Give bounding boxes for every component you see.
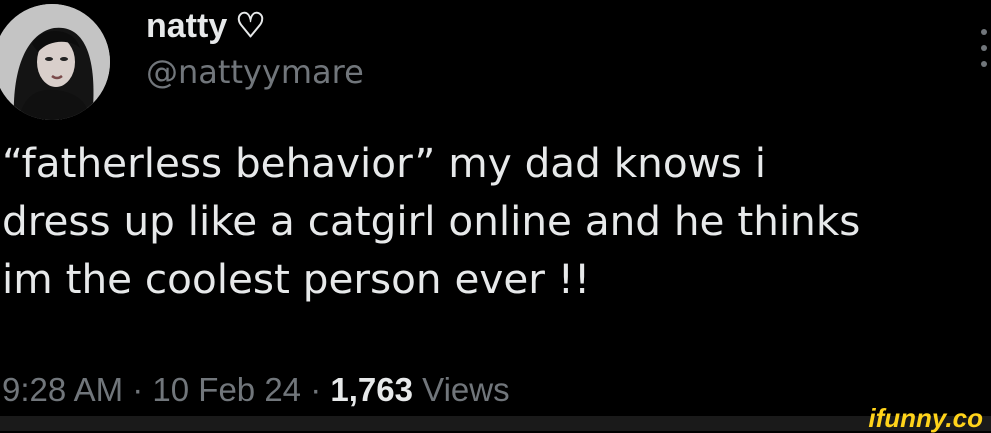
ifunny-watermark: ifunny.co: [868, 403, 983, 433]
more-dot: [981, 45, 987, 51]
tweet-time[interactable]: 9:28 AM: [2, 371, 123, 408]
watermark-bar: [0, 416, 991, 431]
views-label: Views: [422, 371, 510, 408]
tweet-text: “fatherless behavior” my dad knows i dre…: [2, 134, 987, 308]
meta-separator: ·: [310, 371, 322, 408]
tweet-text-line: “fatherless behavior” my dad knows i: [2, 139, 766, 187]
heart-outline-icon: ♡: [235, 7, 266, 45]
user-handle[interactable]: @nattyymare: [146, 52, 364, 92]
tweet-text-line: dress up like a catgirl online and he th…: [2, 197, 861, 245]
tweet-text-line: im the coolest person ever !!: [2, 255, 591, 303]
tweet-metadata: 9:28 AM · 10 Feb 24 · 1,763 Views: [2, 368, 510, 412]
more-options-icon[interactable]: [977, 24, 991, 72]
more-dot: [981, 29, 987, 35]
more-dot: [981, 61, 987, 67]
display-name-text[interactable]: natty: [146, 7, 227, 45]
views-count[interactable]: 1,763: [330, 371, 413, 408]
tweet-date[interactable]: 10 Feb 24: [152, 371, 301, 408]
meta-separator: ·: [132, 371, 144, 408]
avatar[interactable]: [0, 4, 110, 120]
display-name[interactable]: natty ♡: [146, 6, 266, 46]
